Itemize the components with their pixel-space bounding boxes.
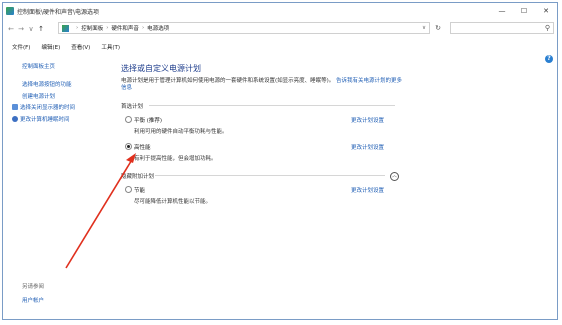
plan-name: 高性能 <box>134 145 151 151</box>
moon-icon <box>12 116 18 122</box>
breadcrumb-separator: › <box>106 25 109 31</box>
breadcrumb-power-options[interactable]: 电源选项 <box>147 24 169 32</box>
plan-high-performance: 高性能 有利于提高性能，但会增加功耗。 <box>125 143 217 162</box>
sidebar-item-control-panel-home[interactable]: 控制面板主页 <box>22 62 55 70</box>
menu-tools[interactable]: 工具(T) <box>101 43 120 51</box>
sidebar-item-power-buttons[interactable]: 选择电源按钮的功能 <box>22 80 72 88</box>
page-title: 选择或自定义电源计划 <box>121 64 201 73</box>
group-label: 隐藏附加计划 <box>121 174 155 180</box>
hidden-plans-group: 隐藏附加计划 <box>121 172 391 180</box>
radio-balanced[interactable] <box>125 116 132 123</box>
collapse-chevron-icon[interactable]: ︿ <box>390 172 399 181</box>
sidebar-item-user-accounts[interactable]: 用户帐户 <box>22 296 44 304</box>
control-panel-crumb-icon <box>62 24 69 32</box>
plan-description: 有利于提高性能，但会增加功耗。 <box>134 156 217 162</box>
window-title: 控制面板\硬件和声音\电源选项 <box>17 8 100 16</box>
forward-arrow-icon[interactable]: → <box>16 25 26 33</box>
change-plan-settings-link[interactable]: 更改计划设置 <box>351 186 384 194</box>
back-arrow-icon[interactable]: ← <box>6 25 16 33</box>
monitor-icon <box>12 104 18 110</box>
control-panel-window: 控制面板\硬件和声音\电源选项 — ☐ ✕ ← → ∨ ↑ › 控制面板 › 硬… <box>2 2 558 320</box>
search-input[interactable]: ⚲ <box>450 22 554 34</box>
plan-description: 利用可用的硬件自动平衡功耗与性能。 <box>134 129 228 135</box>
sidebar: 控制面板主页 选择电源按钮的功能 创建电源计划 选择关闭显示器的时间 更改计算机… <box>3 55 115 319</box>
search-icon: ⚲ <box>544 24 550 32</box>
breadcrumb-hardware-sound[interactable]: 硬件和声音 <box>111 24 139 32</box>
recent-locations-icon[interactable]: ∨ <box>26 25 36 33</box>
preferred-plans-group: 首选计划 <box>121 102 401 110</box>
maximize-button[interactable]: ☐ <box>513 7 535 15</box>
menu-view[interactable]: 查看(V) <box>71 43 90 51</box>
sidebar-item-display-off[interactable]: 选择关闭显示器的时间 <box>12 103 75 111</box>
plan-description: 尽可能降低计算机性能以节能。 <box>134 199 212 205</box>
menu-bar: 文件(F) 编辑(E) 查看(V) 工具(T) <box>3 41 557 53</box>
radio-power-saver[interactable] <box>125 186 132 193</box>
help-icon[interactable]: ? <box>545 55 553 63</box>
minimize-button[interactable]: — <box>491 7 513 15</box>
refresh-icon[interactable]: ↻ <box>432 22 444 34</box>
change-plan-settings-link[interactable]: 更改计划设置 <box>351 116 384 124</box>
address-bar-row: ← → ∨ ↑ › 控制面板 › 硬件和声音 › 电源选项 ∨ ↻ ⚲ <box>3 19 557 39</box>
up-arrow-icon[interactable]: ↑ <box>36 25 46 33</box>
menu-file[interactable]: 文件(F) <box>12 43 30 51</box>
group-divider <box>149 105 395 106</box>
sidebar-item-label: 更改计算机睡眠时间 <box>20 117 70 123</box>
description-text: 电源计划是用于管理计算机如何使用电源的一套硬件和系统设置(如显示亮度、睡眠等)。 <box>121 78 335 84</box>
sidebar-item-label: 选择关闭显示器的时间 <box>20 105 76 111</box>
breadcrumb-control-panel[interactable]: 控制面板 <box>81 24 103 32</box>
group-divider <box>155 175 385 176</box>
main-content: 选择或自定义电源计划 电源计划是用于管理计算机如何使用电源的一套硬件和系统设置(… <box>115 55 545 319</box>
radio-high-performance[interactable] <box>125 143 132 150</box>
menu-edit[interactable]: 编辑(E) <box>41 43 60 51</box>
breadcrumb-separator: › <box>141 25 145 31</box>
address-dropdown-icon[interactable]: ∨ <box>422 25 426 31</box>
see-also-heading: 另请参阅 <box>22 284 45 290</box>
sidebar-item-sleep-time[interactable]: 更改计算机睡眠时间 <box>12 115 70 123</box>
address-box[interactable]: › 控制面板 › 硬件和声音 › 电源选项 ∨ <box>58 22 430 34</box>
plan-power-saver: 节能 尽可能降低计算机性能以节能。 <box>125 186 211 205</box>
close-button[interactable]: ✕ <box>535 7 557 15</box>
page-description: 电源计划是用于管理计算机如何使用电源的一套硬件和系统设置(如显示亮度、睡眠等)。… <box>121 78 406 92</box>
breadcrumb-separator: › <box>76 25 79 31</box>
sidebar-item-create-plan[interactable]: 创建电源计划 <box>22 92 55 100</box>
change-plan-settings-link[interactable]: 更改计划设置 <box>351 143 384 151</box>
plan-name: 节能 <box>134 188 146 194</box>
plan-name: 平衡 (推荐) <box>134 118 163 124</box>
title-bar: 控制面板\硬件和声音\电源选项 — ☐ ✕ <box>3 3 557 19</box>
group-label: 首选计划 <box>121 104 144 110</box>
plan-balanced: 平衡 (推荐) 利用可用的硬件自动平衡功耗与性能。 <box>125 116 228 135</box>
control-panel-icon <box>6 7 14 15</box>
